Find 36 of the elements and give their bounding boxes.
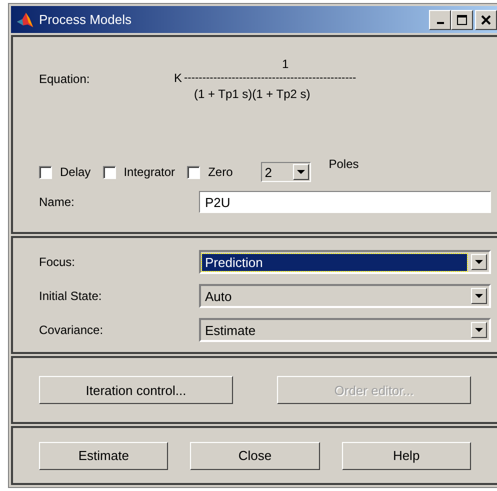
close-button[interactable]: [475, 10, 497, 30]
gain-symbol: K: [174, 71, 182, 85]
maximize-button[interactable]: [451, 10, 473, 30]
poles-label: Poles: [328, 157, 359, 171]
dropdown[interactable]: Estimate: [199, 318, 491, 342]
name-field[interactable]: P2U: [199, 191, 491, 213]
equation-numerator: 1: [282, 57, 289, 71]
dialog-button[interactable]: Help: [342, 442, 471, 470]
app-logo-icon: [16, 10, 34, 28]
maximize-icon: [457, 14, 467, 24]
setting-label: Initial State:: [39, 289, 103, 303]
close-icon: [481, 14, 491, 24]
name-label: Name:: [39, 195, 76, 209]
dropdown[interactable]: Prediction: [199, 250, 491, 274]
dropdown-value: Auto: [204, 288, 233, 304]
checkbox-label: Zero: [208, 165, 233, 179]
dropdown[interactable]: Auto: [199, 284, 491, 308]
tool-button[interactable]: Iteration control...: [39, 376, 233, 404]
fraction-line: -----------------------------------------------: [184, 71, 356, 85]
checkbox-label: Delay: [60, 165, 91, 179]
setting-label: Focus:: [39, 255, 76, 269]
checkbox[interactable]: [102, 166, 116, 178]
dialog-button[interactable]: Estimate: [39, 442, 168, 470]
checkbox-label: Integrator: [124, 165, 176, 179]
window-title: Process Models: [39, 12, 132, 27]
equation-denominator: (1 + Tp1 s)(1 + Tp2 s): [194, 87, 310, 101]
setting-label: Covariance:: [39, 323, 104, 337]
dropdown-value: Prediction: [202, 254, 467, 270]
dialog-button[interactable]: Close: [190, 442, 320, 470]
equation-label: Equation:: [39, 72, 91, 88]
checkbox[interactable]: [187, 166, 200, 178]
checkbox[interactable]: [39, 166, 52, 178]
dropdown-value: Estimate: [204, 322, 257, 338]
poles-dropdown[interactable]: 2: [260, 162, 311, 182]
minimize-icon: [436, 22, 444, 24]
minimize-button[interactable]: [429, 10, 451, 30]
